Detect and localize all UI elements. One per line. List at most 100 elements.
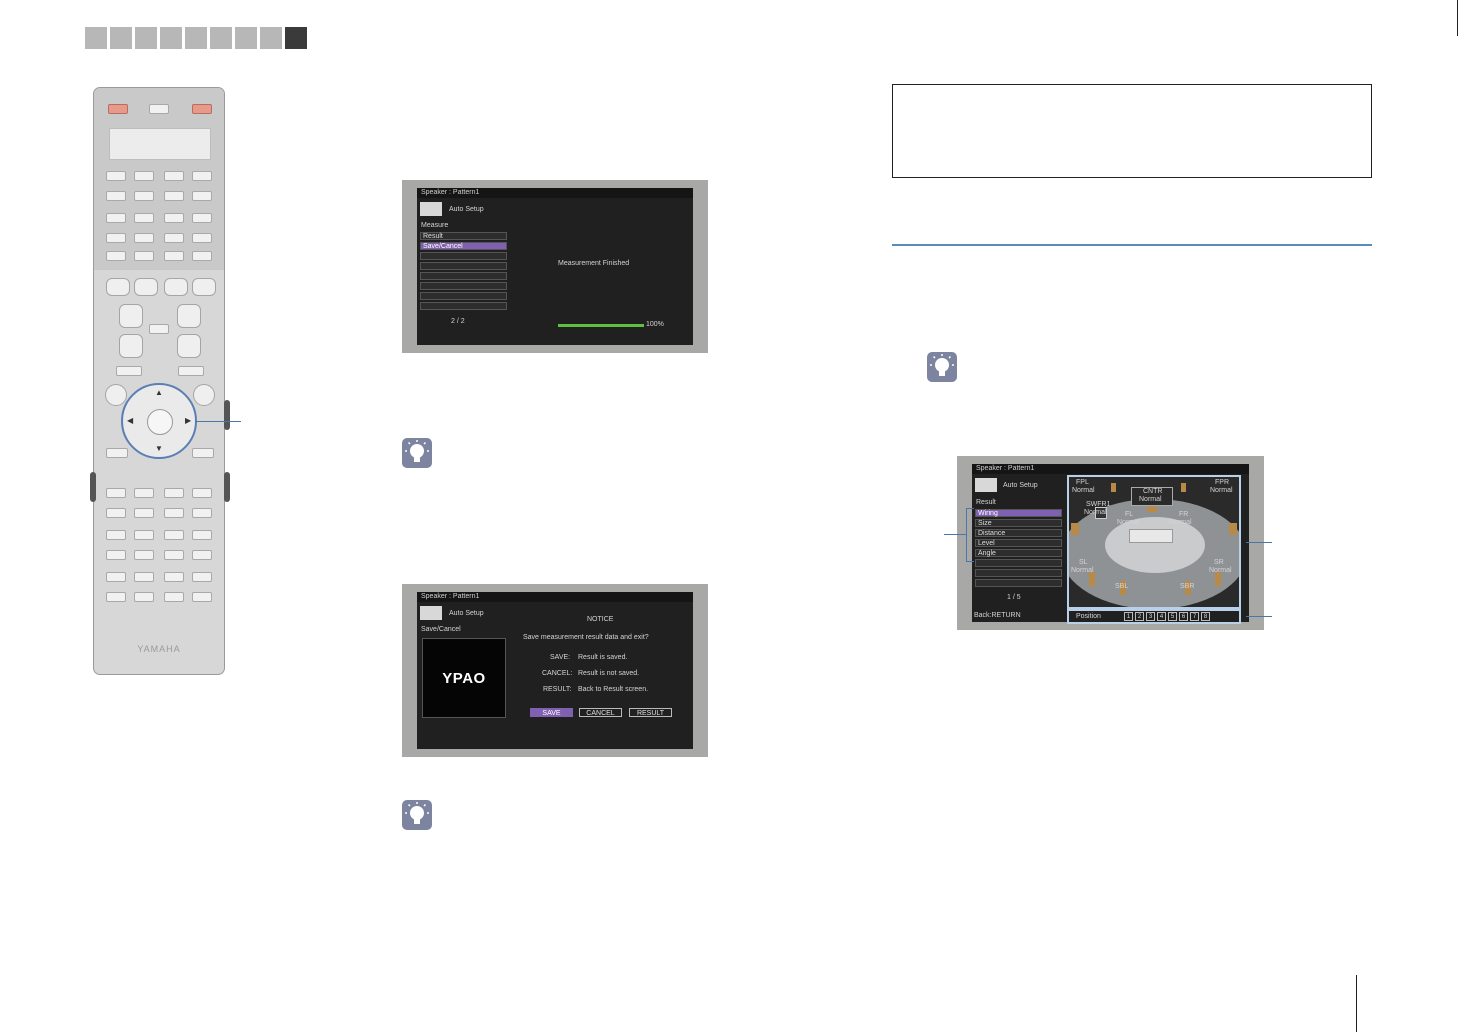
right-arrow-icon: ▶ [185, 416, 192, 425]
chapter-tab-active[interactable] [285, 27, 307, 49]
position-button[interactable]: 4 [1157, 612, 1166, 621]
osd-title: Speaker : Pattern1 [417, 188, 693, 198]
position-button[interactable]: 2 [1135, 612, 1144, 621]
cancel-button[interactable]: CANCEL [579, 708, 622, 717]
remote-brand-logo: YAMAHA [137, 644, 181, 654]
remote-key [134, 508, 154, 518]
osd-title: Speaker : Pattern1 [972, 464, 1249, 474]
speaker-status: Normal [1169, 519, 1192, 526]
remote-side-grip [224, 472, 230, 502]
ypao-logo-panel: YPAO [422, 638, 506, 718]
speaker-status: Normal [1071, 567, 1094, 574]
back-hint: Back:RETURN [974, 612, 1021, 619]
speaker-status: Normal [1209, 567, 1232, 574]
menu-item-empty [420, 262, 507, 270]
remote-side-grip [224, 400, 230, 430]
option-desc: Result is not saved. [578, 670, 640, 677]
menu-item-size[interactable]: Size [975, 519, 1062, 527]
osd-section: Result [976, 499, 996, 506]
chapter-tab[interactable] [110, 27, 132, 49]
remote-key [134, 488, 154, 498]
remote-key [105, 384, 127, 406]
save-button[interactable]: SAVE [530, 708, 573, 717]
remote-key [164, 592, 184, 602]
chapter-tab[interactable] [85, 27, 107, 49]
option-key: SAVE: [550, 654, 571, 661]
power-button [192, 104, 212, 114]
section-rule [892, 244, 1372, 246]
speaker-status: Normal [1117, 519, 1140, 526]
speaker-status: Normal [1072, 487, 1095, 494]
remote-key [134, 592, 154, 602]
remote-key [106, 572, 126, 582]
speaker-icon [1089, 572, 1095, 586]
option-key: CANCEL: [542, 670, 573, 677]
remote-key [192, 251, 212, 261]
remote-key [192, 572, 212, 582]
remote-key [106, 508, 126, 518]
position-button[interactable]: 6 [1179, 612, 1188, 621]
speaker-label-sbr: SBR [1180, 583, 1195, 590]
option-desc: Back to Result screen. [578, 686, 649, 693]
remote-key [106, 530, 126, 540]
osd-header: Auto Setup [449, 610, 484, 617]
remote-key [134, 550, 154, 560]
remote-key [192, 550, 212, 560]
remote-key [192, 278, 216, 296]
speaker-status: Normal [1084, 509, 1107, 516]
note-box [892, 84, 1372, 178]
sofa-icon [1129, 529, 1173, 543]
remote-display [109, 128, 211, 160]
position-button[interactable]: 1 [1124, 612, 1133, 621]
remote-key [134, 251, 154, 261]
remote-key [192, 233, 212, 243]
remote-side-grip [90, 472, 96, 502]
menu-item-result[interactable]: Result [420, 232, 507, 240]
menu-item-empty [420, 302, 507, 310]
position-callout-line [1246, 616, 1272, 617]
speaker-label-sbl: SBL [1115, 583, 1129, 590]
chapter-tab[interactable] [260, 27, 282, 49]
osd-section: Save/Cancel [421, 626, 461, 633]
position-button[interactable]: 5 [1168, 612, 1177, 621]
remote-key [192, 171, 212, 181]
up-arrow-icon: ▲ [155, 388, 163, 397]
osd-status-text: Measurement Finished [558, 260, 630, 267]
speaker-icon [1215, 572, 1221, 586]
chapter-tab[interactable] [135, 27, 157, 49]
position-button[interactable]: 8 [1201, 612, 1210, 621]
menu-item-wiring[interactable]: Wiring [975, 509, 1062, 517]
osd-header: Auto Setup [1003, 482, 1038, 489]
cursor-pad: ▲ ▼ ◀ ▶ [121, 383, 197, 459]
menu-item-empty [975, 559, 1062, 567]
remote-key [192, 213, 212, 223]
osd-title: Speaker : Pattern1 [417, 592, 693, 602]
remote-key [106, 488, 126, 498]
chapter-tab[interactable] [185, 27, 207, 49]
remote-key [106, 278, 130, 296]
remote-key [134, 572, 154, 582]
remote-key [164, 278, 188, 296]
enter-button [147, 409, 173, 435]
remote-key [164, 171, 184, 181]
menu-item-empty [420, 252, 507, 260]
chapter-tabs [85, 27, 307, 49]
chapter-tab[interactable] [160, 27, 182, 49]
menu-item-angle[interactable]: Angle [975, 549, 1062, 557]
ypao-mic-icon [420, 202, 442, 216]
remote-key [164, 508, 184, 518]
result-button[interactable]: RESULT [629, 708, 672, 717]
chapter-tab[interactable] [235, 27, 257, 49]
remote-key [106, 550, 126, 560]
chapter-tab[interactable] [210, 27, 232, 49]
progress-fill [558, 324, 644, 327]
osd-screen-measure: Speaker : Pattern1 Auto Setup Measure Re… [402, 180, 708, 353]
volume-up-key [119, 304, 143, 328]
menu-item-distance[interactable]: Distance [975, 529, 1062, 537]
menu-item-empty [975, 579, 1062, 587]
menu-item-level[interactable]: Level [975, 539, 1062, 547]
position-button[interactable]: 3 [1146, 612, 1155, 621]
position-button[interactable]: 7 [1190, 612, 1199, 621]
remote-key [164, 251, 184, 261]
menu-item-save-cancel[interactable]: Save/Cancel [420, 242, 507, 250]
